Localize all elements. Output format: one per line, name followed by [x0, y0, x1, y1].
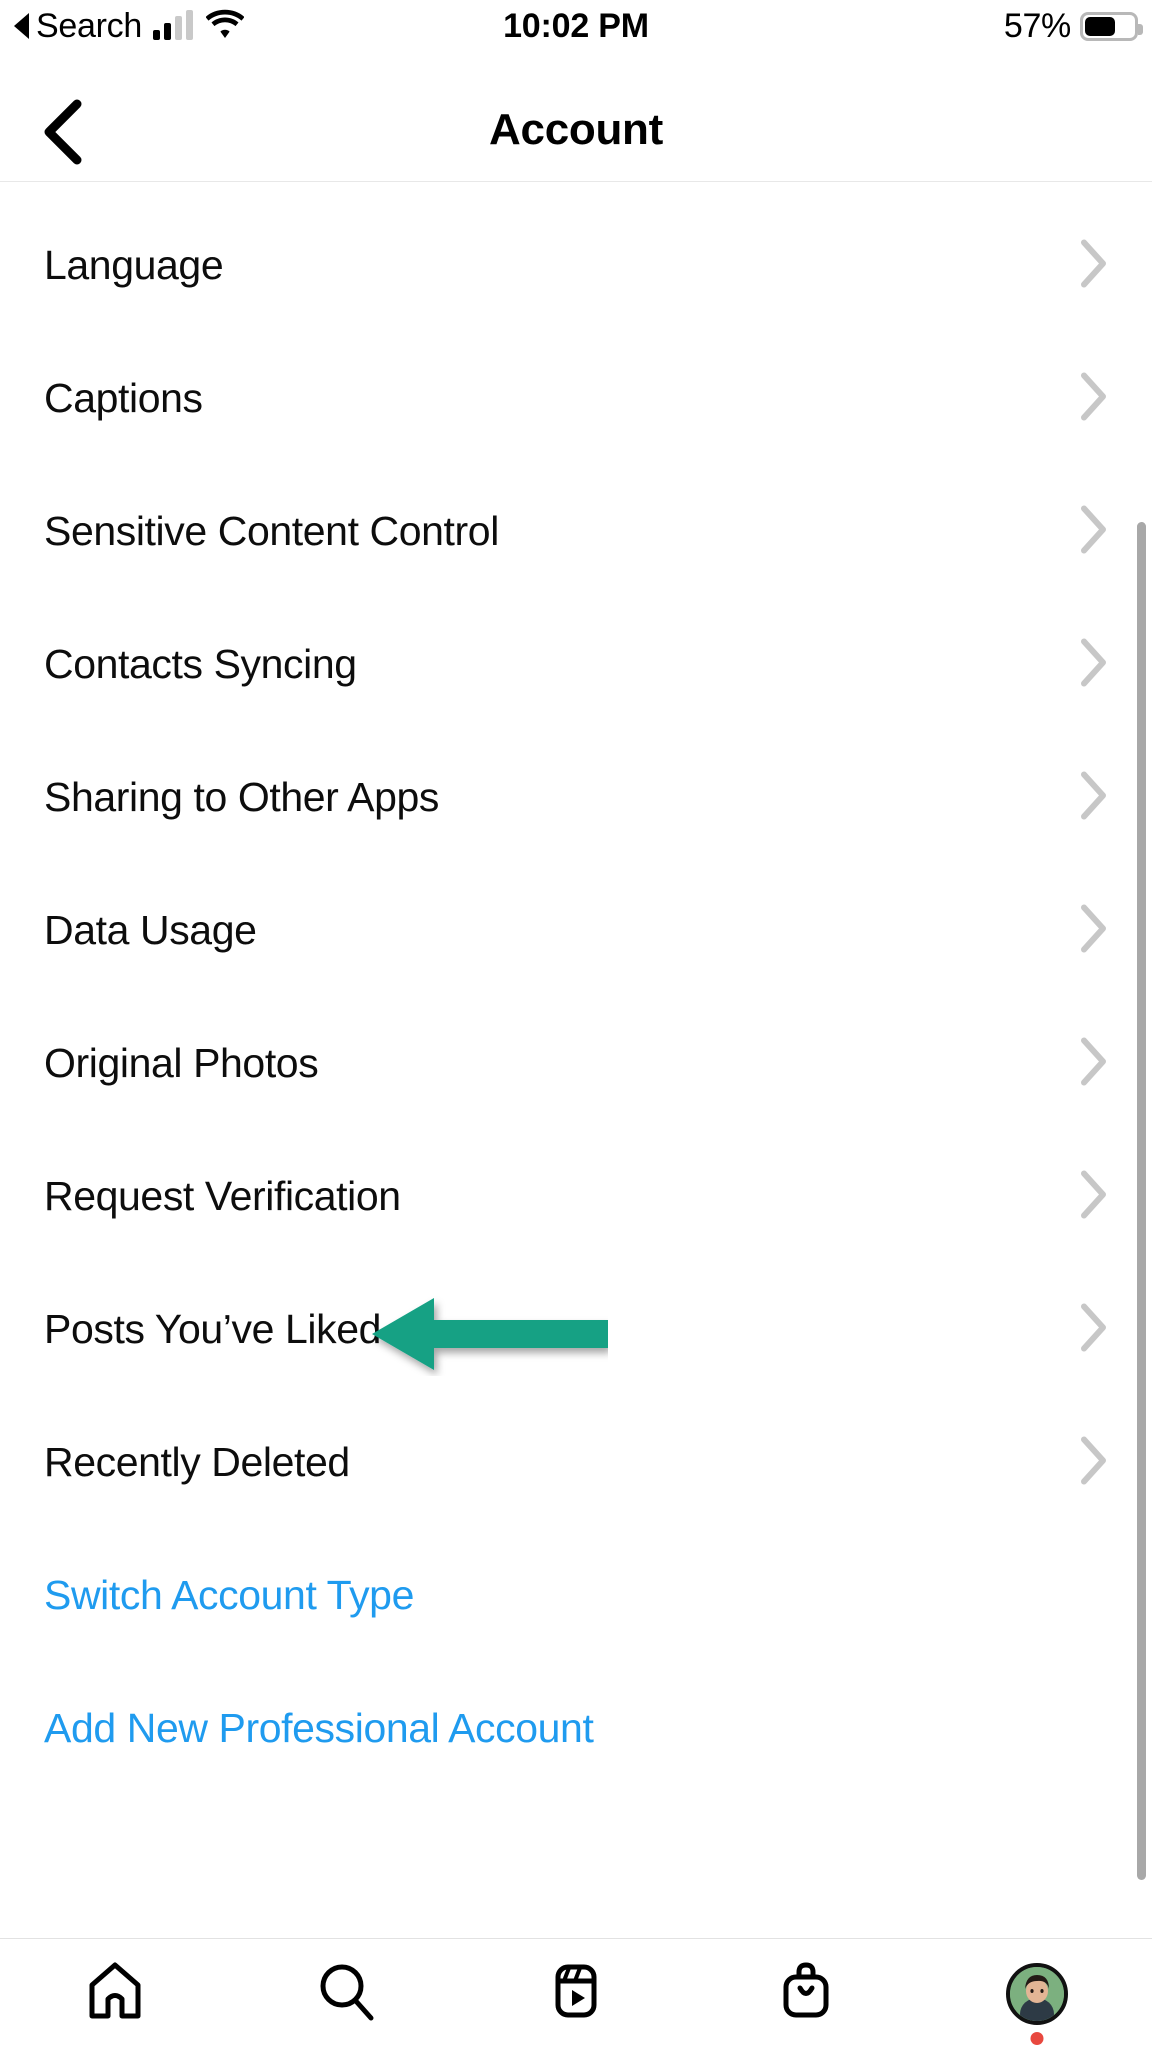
settings-row-contacts-syncing[interactable]: Contacts Syncing: [0, 598, 1152, 731]
chevron-right-icon: [1076, 636, 1110, 693]
settings-row-posts-you-ve-liked[interactable]: Posts You’ve Liked: [0, 1263, 1152, 1396]
settings-row-sensitive-content-control[interactable]: Sensitive Content Control: [0, 465, 1152, 598]
settings-row-recently-deleted[interactable]: Recently Deleted: [0, 1396, 1152, 1529]
reels-icon: [545, 1960, 607, 2027]
settings-row-captions[interactable]: Captions: [0, 332, 1152, 465]
chevron-right-icon: [1076, 503, 1110, 560]
profile-notification-badge: [1030, 2031, 1044, 2045]
status-bar-clock: 10:02 PM: [503, 6, 649, 45]
settings-row-sharing-to-other-apps[interactable]: Sharing to Other Apps: [0, 731, 1152, 864]
settings-row-label: Sensitive Content Control: [44, 508, 499, 554]
settings-row-label: Language: [44, 242, 224, 288]
chevron-right-icon: [1076, 237, 1110, 294]
tab-shop[interactable]: [691, 1939, 921, 2048]
tab-home[interactable]: [0, 1939, 230, 2048]
settings-row-label: Recently Deleted: [44, 1439, 350, 1485]
settings-row-label: Switch Account Type: [44, 1572, 414, 1618]
settings-row-label: Captions: [44, 375, 203, 421]
status-bar-right-group: 57%: [1003, 0, 1143, 52]
settings-row-label: Data Usage: [44, 907, 257, 953]
home-icon: [84, 1960, 146, 2027]
tab-profile[interactable]: [922, 1939, 1152, 2048]
profile-avatar: [1005, 1962, 1068, 2025]
chevron-right-icon: [1076, 1168, 1110, 1225]
settings-row-switch-account-type[interactable]: Switch Account Type: [0, 1529, 1152, 1662]
tab-search[interactable]: [230, 1939, 460, 2048]
status-bar: Search 10:02 PM 57%: [0, 0, 1152, 52]
settings-row-label: Contacts Syncing: [44, 641, 357, 687]
battery-percent-label: 57%: [1003, 6, 1071, 45]
shop-icon: [775, 1960, 837, 2027]
bottom-tab-bar: [0, 1938, 1152, 2048]
navigation-bar: Account: [0, 52, 1152, 182]
settings-row-language[interactable]: Language: [0, 199, 1152, 332]
chevron-right-icon: [1076, 769, 1110, 826]
settings-row-add-new-professional-account[interactable]: Add New Professional Account: [0, 1662, 1152, 1795]
search-icon: [315, 1960, 377, 2027]
chevron-right-icon: [1076, 1301, 1110, 1358]
settings-row-label: Add New Professional Account: [44, 1705, 594, 1751]
settings-row-request-verification[interactable]: Request Verification: [0, 1130, 1152, 1263]
vertical-scrollbar[interactable]: [1137, 522, 1146, 1880]
page-title: Account: [489, 105, 663, 154]
settings-row-label: Sharing to Other Apps: [44, 774, 440, 820]
chevron-right-icon: [1076, 1434, 1110, 1491]
instagram-account-settings-screen: Search 10:02 PM 57% Account Language Cap…: [0, 0, 1152, 2048]
chevron-right-icon: [1076, 1035, 1110, 1092]
chevron-right-icon: [1076, 902, 1110, 959]
chevron-right-icon: [1076, 370, 1110, 427]
settings-list: Language Captions Sensitive Content Contro…: [0, 183, 1152, 1795]
settings-row-data-usage[interactable]: Data Usage: [0, 864, 1152, 997]
settings-row-label: Request Verification: [44, 1173, 401, 1219]
settings-row-original-photos[interactable]: Original Photos: [0, 997, 1152, 1130]
settings-row-label: Posts You’ve Liked: [44, 1306, 381, 1352]
settings-row-label: Original Photos: [44, 1040, 319, 1086]
battery-icon: [1080, 11, 1143, 41]
tab-reels[interactable]: [461, 1939, 691, 2048]
